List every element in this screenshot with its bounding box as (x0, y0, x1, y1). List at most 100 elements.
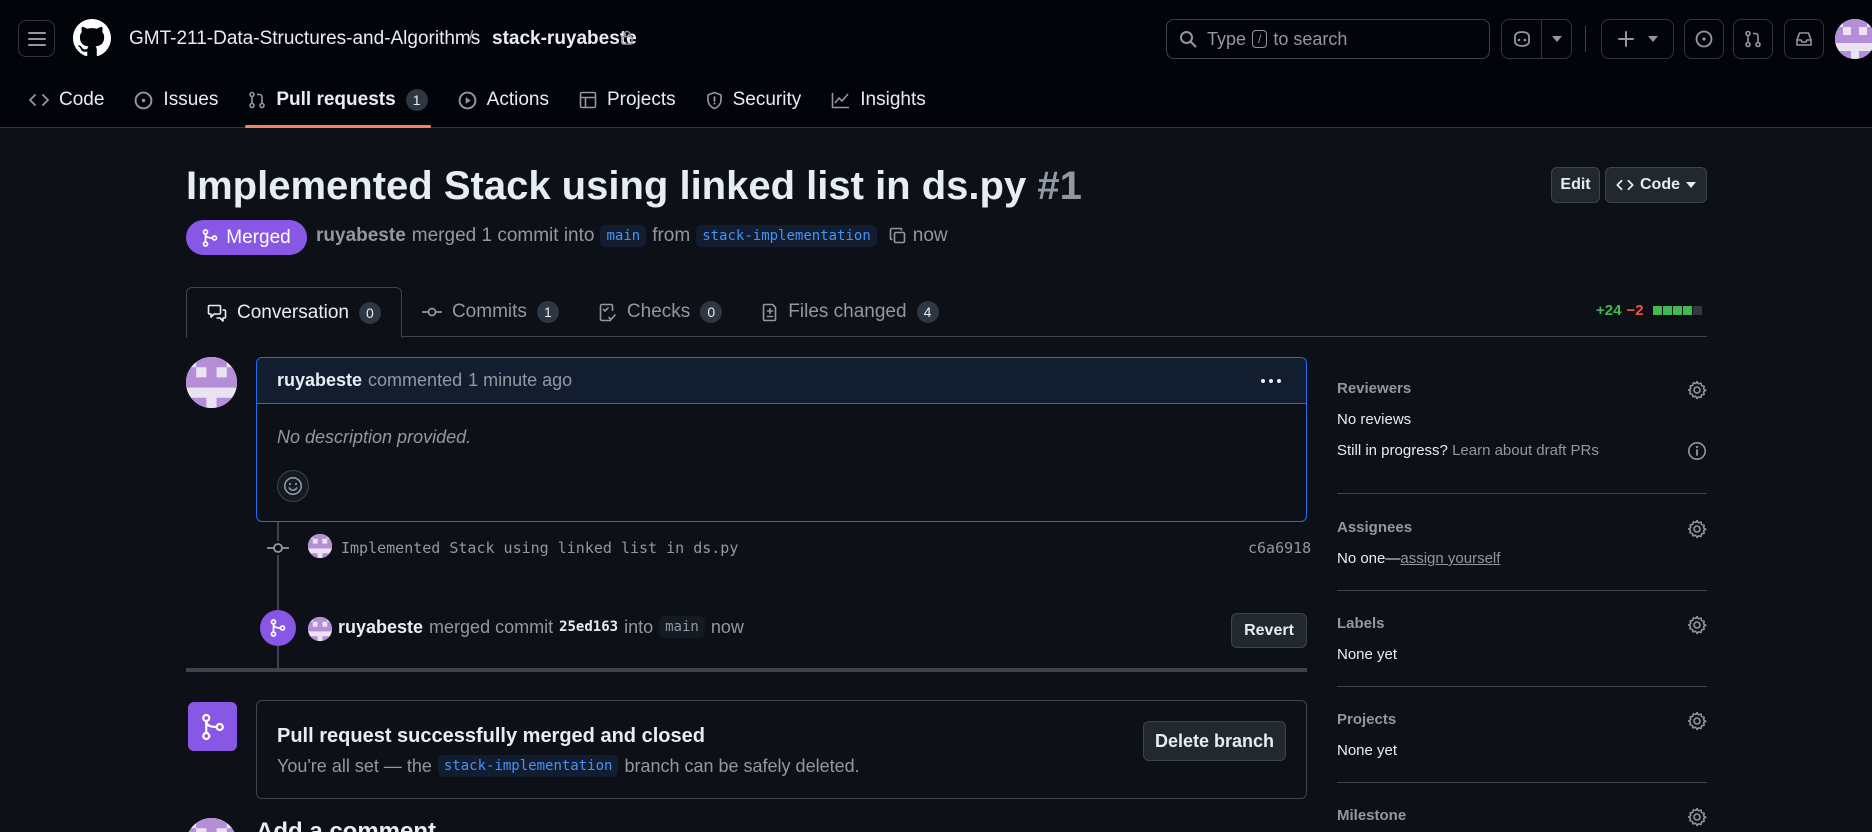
comment-author-avatar[interactable] (186, 357, 237, 408)
comment-body: No description provided. (277, 427, 472, 447)
tab-checks[interactable]: Checks 0 (579, 287, 742, 337)
pull-requests-shortcut-button[interactable] (1733, 19, 1773, 59)
code-icon (1616, 179, 1634, 191)
code-dropdown-button[interactable]: Code (1605, 167, 1707, 203)
search-prefix: Type (1207, 28, 1247, 49)
nav-projects[interactable]: Projects (564, 78, 691, 122)
gear-icon[interactable] (1687, 380, 1707, 400)
assignees-title[interactable]: Assignees (1337, 519, 1707, 536)
commit-message[interactable]: Implemented Stack using linked list in d… (341, 539, 738, 557)
hamburger-icon (27, 31, 46, 46)
pr-state-badge: Merged (186, 220, 307, 255)
copilot-dropdown-button[interactable] (1541, 19, 1572, 59)
commit-sha[interactable]: c6a6918 (1248, 539, 1311, 557)
merge-status-title: Pull request successfully merged and clo… (277, 725, 705, 747)
gear-icon[interactable] (1687, 615, 1707, 635)
shield-icon (706, 91, 722, 109)
tab-conversation[interactable]: Conversation 0 (186, 287, 402, 338)
nav-code[interactable]: Code (14, 78, 119, 122)
plus-icon (1617, 31, 1634, 47)
gear-icon[interactable] (1687, 711, 1707, 731)
smiley-icon (284, 477, 302, 495)
merge-time[interactable]: now (711, 617, 744, 638)
tab-files-changed-count: 4 (916, 301, 939, 323)
edit-title-label: Edit (1560, 176, 1591, 193)
labels-title[interactable]: Labels (1337, 615, 1707, 632)
assignees-value: No one—assign yourself (1337, 550, 1707, 567)
nav-insights[interactable]: Insights (816, 78, 940, 122)
reviewers-title[interactable]: Reviewers (1337, 380, 1707, 397)
pr-merged-text: merged 1 commit into (411, 225, 595, 246)
merge-event-badge (260, 610, 296, 646)
pr-title: Implemented Stack using linked list in d… (186, 160, 1082, 212)
issues-shortcut-button[interactable] (1684, 19, 1724, 59)
draft-question: Still in progress? (1337, 442, 1448, 459)
tab-checks-count: 0 (700, 301, 723, 323)
pr-time: now (912, 225, 948, 246)
nav-security[interactable]: Security (691, 78, 817, 122)
diffstat-block (1682, 306, 1692, 315)
merge-author-avatar[interactable] (308, 617, 332, 641)
pull-requests-count: 1 (405, 89, 428, 111)
comment-action: commented (368, 370, 463, 390)
edit-title-button[interactable]: Edit (1551, 167, 1600, 203)
identicon-icon (308, 617, 332, 641)
git-pull-request-icon (1745, 30, 1761, 48)
base-branch[interactable]: main (600, 225, 647, 247)
revert-button[interactable]: Revert (1231, 613, 1307, 648)
lock-icon (621, 30, 633, 45)
nav-issues[interactable]: Issues (119, 78, 233, 122)
merge-target-branch[interactable]: main (659, 616, 705, 638)
identicon-icon (1835, 19, 1872, 59)
user-avatar[interactable] (1835, 19, 1872, 59)
assign-yourself-link[interactable]: assign yourself (1400, 550, 1500, 567)
diffstat-block (1662, 306, 1672, 315)
copy-icon[interactable] (889, 227, 907, 245)
milestone-title[interactable]: Milestone (1337, 807, 1707, 824)
draft-link[interactable]: Learn about draft PRs (1452, 442, 1599, 459)
tab-commits[interactable]: Commits 1 (402, 287, 579, 337)
inbox-icon (1796, 32, 1812, 46)
merge-status-box: Pull request successfully merged and clo… (256, 700, 1307, 799)
projects-title[interactable]: Projects (1337, 711, 1707, 728)
commit-icon (421, 307, 442, 317)
create-new-button[interactable] (1601, 19, 1674, 59)
timeline-end-divider (186, 668, 1307, 672)
diffstat-additions: +24 (1596, 302, 1622, 319)
menu-button[interactable] (18, 20, 55, 57)
head-branch[interactable]: stack-implementation (696, 225, 877, 247)
sidebar-assignees: Assignees No one—assign yourself (1337, 519, 1707, 567)
add-reaction-button[interactable] (277, 470, 309, 502)
search-input[interactable]: Type / to search (1166, 19, 1490, 59)
github-logo-icon[interactable] (73, 19, 111, 57)
kebab-horizontal-icon[interactable] (1260, 378, 1282, 384)
commit-author-avatar[interactable] (308, 534, 332, 558)
copilot-button[interactable] (1501, 19, 1542, 59)
graph-icon (831, 92, 850, 108)
nav-pull-requests[interactable]: Pull requests 1 (233, 78, 442, 128)
comment-author[interactable]: ruyabeste (277, 370, 362, 391)
tab-files-changed[interactable]: Files changed 4 (742, 287, 958, 337)
labels-value: None yet (1337, 646, 1398, 663)
assignees-none: No one— (1337, 550, 1401, 567)
nav-actions[interactable]: Actions (443, 78, 564, 122)
merge-author[interactable]: ruyabeste (338, 617, 423, 638)
sidebar-reviewers: Reviewers No reviews Still in progress? … (1337, 380, 1707, 461)
tab-conversation-label: Conversation (237, 301, 349, 323)
pr-author[interactable]: ruyabeste (316, 225, 406, 247)
header-divider (1585, 26, 1586, 52)
delete-branch-button[interactable]: Delete branch (1143, 721, 1286, 761)
gear-icon[interactable] (1687, 519, 1707, 539)
comment-time[interactable]: 1 minute ago (468, 370, 572, 391)
merge-status-branch[interactable]: stack-implementation (437, 755, 619, 777)
tab-commits-label: Commits (451, 301, 527, 322)
pr-description-comment: ruyabeste commented 1 minute ago No desc… (256, 357, 1307, 522)
breadcrumb-repo[interactable]: stack-ruyabeste (492, 26, 637, 52)
diffstat-block (1652, 306, 1662, 315)
info-icon[interactable] (1687, 441, 1707, 461)
gear-icon[interactable] (1687, 807, 1707, 827)
tab-conversation-count: 0 (358, 301, 381, 324)
inbox-button[interactable] (1784, 19, 1824, 59)
breadcrumb-owner[interactable]: GMT-211-Data-Structures-and-Algorithms (129, 26, 480, 52)
merge-commit-sha[interactable]: 25ed163 (559, 619, 618, 635)
